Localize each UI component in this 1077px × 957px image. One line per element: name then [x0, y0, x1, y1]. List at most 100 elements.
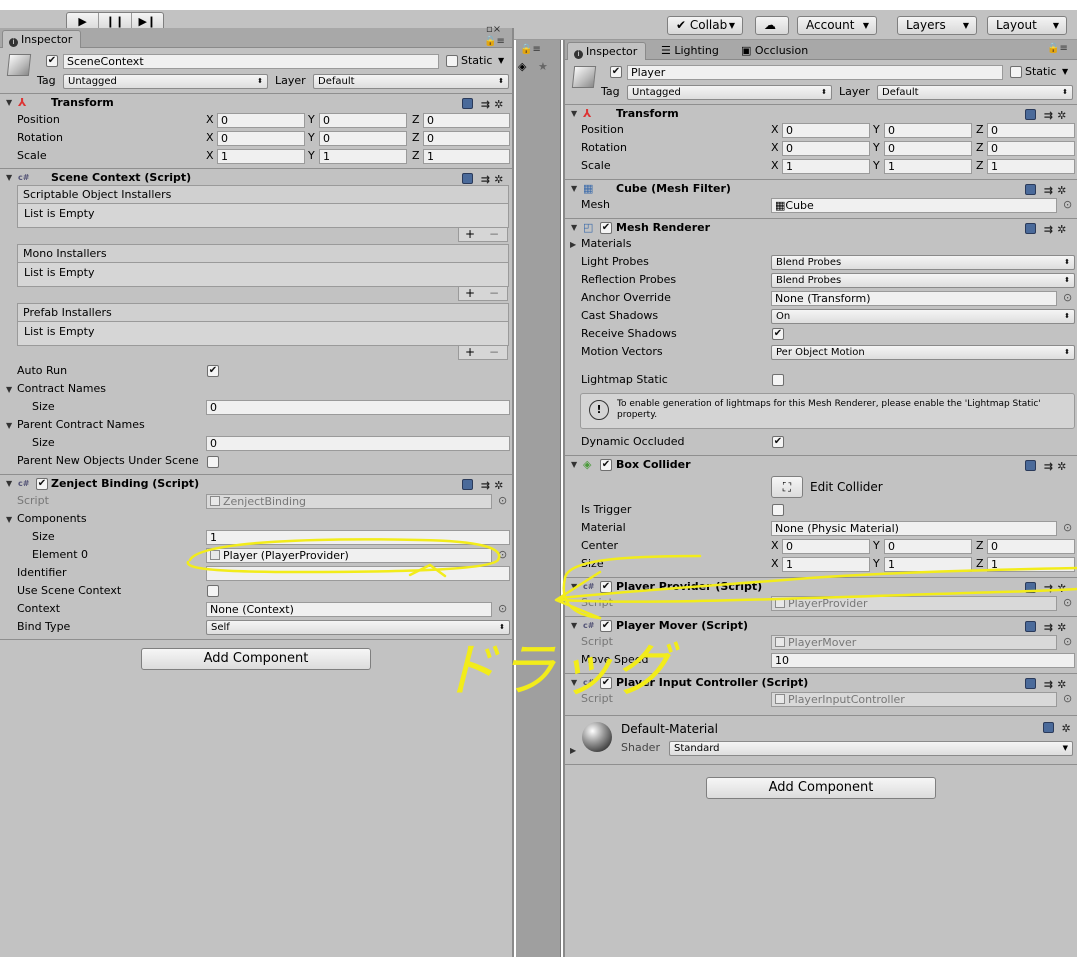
rotation-y-field[interactable]: 0	[884, 141, 972, 156]
help-book-icon[interactable]	[1025, 678, 1036, 689]
help-book-icon[interactable]	[462, 479, 473, 490]
layer-dropdown[interactable]: Default ⬍	[877, 85, 1073, 100]
transform-header[interactable]: ▼ ⅄ Transform ⇉✲	[565, 104, 1077, 123]
tab-inspector[interactable]: i Inspector	[2, 30, 82, 48]
tab-inspector[interactable]: i Inspector	[567, 42, 647, 60]
position-x-field[interactable]: 0	[217, 113, 305, 128]
tag-dropdown[interactable]: Untagged ⬍	[627, 85, 832, 100]
tag-dropdown[interactable]: Untagged ⬍	[63, 74, 268, 89]
remove-item-button[interactable]: −	[489, 228, 499, 240]
scale-x-field[interactable]: 1	[782, 159, 870, 174]
lock-icon[interactable]: 🔒≡	[484, 36, 505, 47]
collapse-triangle-icon[interactable]: ▼	[571, 219, 577, 237]
scale-x-field[interactable]: 1	[217, 149, 305, 164]
contract-names-size-field[interactable]: 0	[206, 400, 510, 415]
preset-icon[interactable]: ⇉	[481, 98, 494, 111]
expand-triangle-icon[interactable]: ▶	[570, 746, 576, 755]
position-y-field[interactable]: 0	[319, 113, 407, 128]
tab-lighting[interactable]: ☰ Lighting	[655, 42, 727, 60]
object-name-field[interactable]: Player	[627, 65, 1003, 80]
lock-icon[interactable]: 🔒≡	[1047, 43, 1068, 54]
scale-y-field[interactable]: 1	[319, 149, 407, 164]
is-trigger-checkbox[interactable]	[772, 504, 784, 516]
collapse-triangle-icon[interactable]: ▼	[6, 515, 12, 524]
object-picker-icon[interactable]: ⊙	[1063, 634, 1072, 650]
object-picker-icon[interactable]: ⊙	[1063, 691, 1072, 707]
reflection-probes-dropdown[interactable]: Blend Probes ⬍	[771, 273, 1075, 288]
collapse-triangle-icon[interactable]: ▼	[6, 385, 12, 394]
object-picker-icon[interactable]: ⊙	[1063, 520, 1072, 536]
mesh-field[interactable]: ▦Cube	[771, 198, 1057, 213]
gear-icon[interactable]: ✲	[494, 479, 507, 492]
account-button[interactable]: Account ▼	[797, 16, 877, 35]
anchor-override-field[interactable]: None (Transform)	[771, 291, 1057, 306]
gear-icon[interactable]: ✲	[1057, 109, 1070, 122]
parent-new-objects-checkbox[interactable]	[207, 456, 219, 468]
active-checkbox[interactable]: ✔	[46, 55, 58, 67]
transform-header[interactable]: ▼ ⅄ Transform ⇉✲	[0, 93, 512, 112]
help-book-icon[interactable]	[462, 173, 473, 184]
collapse-triangle-icon[interactable]: ▼	[571, 617, 577, 635]
cast-shadows-dropdown[interactable]: On ⬍	[771, 309, 1075, 324]
collapse-triangle-icon[interactable]: ▼	[571, 180, 577, 198]
context-field[interactable]: None (Context)	[206, 602, 492, 617]
collab-button[interactable]: ✔ Collab ▼	[667, 16, 743, 35]
static-checkbox[interactable]	[1010, 66, 1022, 78]
auto-run-checkbox[interactable]: ✔	[207, 365, 219, 377]
position-z-field[interactable]: 0	[987, 123, 1075, 138]
rotation-x-field[interactable]: 0	[782, 141, 870, 156]
move-speed-field[interactable]: 10	[771, 653, 1075, 668]
motion-vectors-dropdown[interactable]: Per Object Motion ⬍	[771, 345, 1075, 360]
preset-icon[interactable]: ⇉	[1044, 109, 1057, 122]
preset-icon[interactable]: ⇉	[1044, 582, 1057, 595]
edit-collider-button[interactable]: ⛶	[771, 476, 803, 498]
collapse-triangle-icon[interactable]: ▼	[6, 169, 12, 187]
size-y-field[interactable]: 1	[884, 557, 972, 572]
mesh-filter-header[interactable]: ▼ ▦ Cube (Mesh Filter) ⇉✲	[565, 179, 1077, 198]
bind-type-dropdown[interactable]: Self ⬍	[206, 620, 510, 635]
layer-dropdown[interactable]: Default ⬍	[313, 74, 509, 89]
parent-contract-names-size-field[interactable]: 0	[206, 436, 510, 451]
cloud-button[interactable]: ☁	[755, 16, 789, 35]
preset-icon[interactable]: ⇉	[1044, 460, 1057, 473]
scale-z-field[interactable]: 1	[423, 149, 510, 164]
object-picker-icon[interactable]: ⊙	[498, 493, 507, 509]
component-enabled-checkbox[interactable]: ✔	[600, 459, 612, 471]
help-book-icon[interactable]	[1025, 223, 1036, 234]
layers-dropdown[interactable]: Layers ▼	[897, 16, 977, 35]
collapse-triangle-icon[interactable]: ▼	[571, 578, 577, 596]
size-z-field[interactable]: 1	[987, 557, 1075, 572]
object-picker-icon[interactable]: ⊙	[1063, 197, 1072, 213]
preset-icon[interactable]: ⇉	[1044, 678, 1057, 691]
expand-triangle-icon[interactable]: ▶	[570, 240, 576, 249]
chevron-down-icon[interactable]: ▼	[1062, 64, 1068, 80]
collapse-triangle-icon[interactable]: ▼	[6, 475, 12, 493]
gear-icon[interactable]: ✲	[1057, 678, 1070, 691]
gear-icon[interactable]: ✲	[1057, 223, 1070, 236]
shader-dropdown[interactable]: Standard ▼	[669, 741, 1073, 756]
player-input-controller-header[interactable]: ▼ c# ✔ Player Input Controller (Script) …	[565, 673, 1077, 692]
static-checkbox[interactable]	[446, 55, 458, 67]
light-probes-dropdown[interactable]: Blend Probes ⬍	[771, 255, 1075, 270]
dynamic-occluded-checkbox[interactable]: ✔	[772, 436, 784, 448]
rotation-z-field[interactable]: 0	[987, 141, 1075, 156]
lock-icon[interactable]: 🔒≡	[520, 44, 541, 55]
help-book-icon[interactable]	[462, 98, 473, 109]
component-enabled-checkbox[interactable]: ✔	[600, 677, 612, 689]
active-checkbox[interactable]: ✔	[610, 66, 622, 78]
physic-material-field[interactable]: None (Physic Material)	[771, 521, 1057, 536]
remove-item-button[interactable]: −	[489, 287, 499, 299]
player-provider-header[interactable]: ▼ c# ✔ Player Provider (Script) ⇉✲	[565, 577, 1077, 596]
add-item-button[interactable]: +	[465, 287, 475, 299]
gear-icon[interactable]: ✲	[494, 98, 507, 111]
position-y-field[interactable]: 0	[884, 123, 972, 138]
add-component-button[interactable]: Add Component	[141, 648, 371, 670]
rotation-x-field[interactable]: 0	[217, 131, 305, 146]
tab-occlusion[interactable]: ▣ Occlusion	[735, 42, 816, 60]
gear-icon[interactable]: ✲	[1057, 582, 1070, 595]
help-book-icon[interactable]	[1025, 621, 1036, 632]
collapse-triangle-icon[interactable]: ▼	[6, 421, 12, 430]
collapse-triangle-icon[interactable]: ▼	[571, 674, 577, 692]
center-y-field[interactable]: 0	[884, 539, 972, 554]
add-item-button[interactable]: +	[465, 228, 475, 240]
